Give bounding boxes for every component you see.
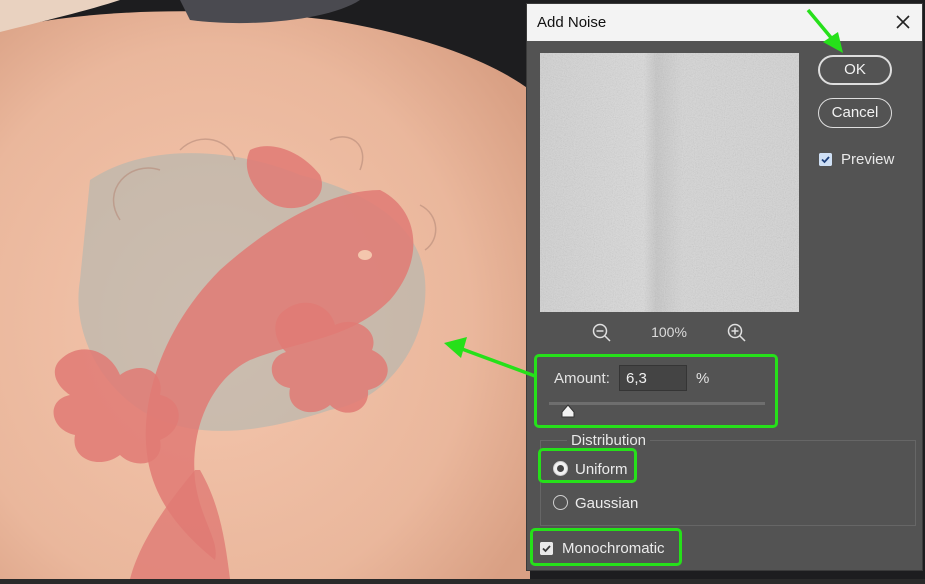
noise-preview-image (540, 53, 799, 312)
add-noise-dialog: Add Noise 100% OK Cancel Preview Amount:… (526, 3, 923, 571)
amount-label: Amount: (554, 370, 610, 387)
zoom-in-button[interactable] (726, 322, 748, 344)
gaussian-label[interactable]: Gaussian (575, 495, 638, 512)
gaussian-radio[interactable] (553, 495, 568, 510)
uniform-label[interactable]: Uniform (575, 461, 628, 478)
monochromatic-label: Monochromatic (562, 540, 665, 557)
dialog-titlebar: Add Noise (527, 4, 922, 41)
ok-button[interactable]: OK (818, 55, 892, 85)
zoom-level: 100% (651, 324, 687, 340)
dialog-title: Add Noise (537, 14, 607, 31)
monochromatic-checkbox[interactable] (540, 542, 553, 555)
amount-input[interactable]: 6,3 (619, 365, 687, 391)
preview-checkbox[interactable] (819, 153, 832, 166)
amount-slider-track[interactable] (549, 402, 765, 405)
zoom-out-button[interactable] (591, 322, 613, 344)
cancel-button[interactable]: Cancel (818, 98, 892, 128)
zoom-out-icon (592, 323, 611, 342)
uniform-radio[interactable] (553, 461, 568, 476)
slider-thumb-icon (561, 404, 575, 418)
close-button[interactable] (892, 11, 914, 33)
preview-label: Preview (841, 151, 895, 168)
distribution-label: Distribution (567, 432, 651, 449)
filter-preview[interactable] (540, 53, 799, 312)
amount-unit: % (696, 370, 710, 387)
distribution-group (540, 440, 916, 526)
close-icon (896, 15, 910, 29)
checkmark-icon (540, 542, 553, 555)
checkmark-icon (819, 153, 832, 166)
zoom-in-icon (727, 323, 746, 342)
amount-slider-thumb[interactable] (560, 404, 576, 418)
